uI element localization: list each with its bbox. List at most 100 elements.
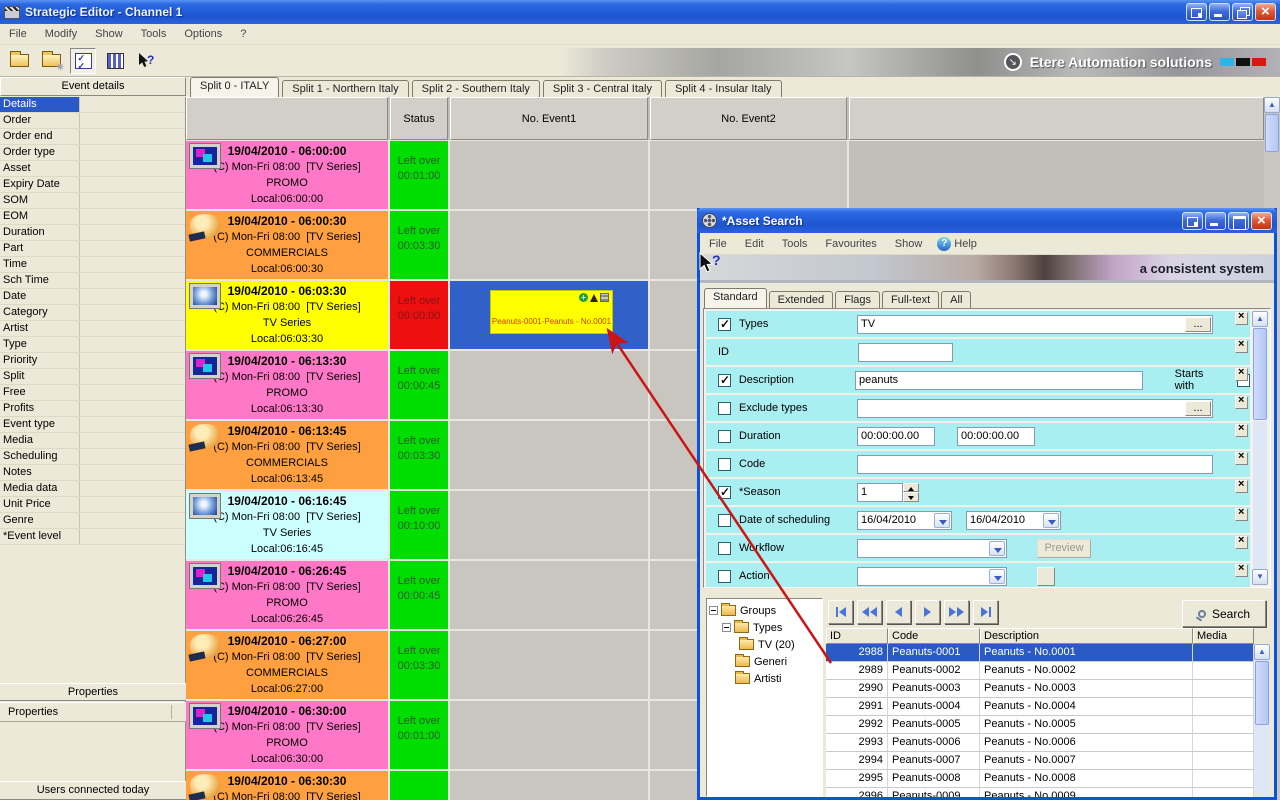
result-row[interactable]: 2993 Peanuts-0006 Peanuts - No.0006	[826, 734, 1254, 752]
detail-row[interactable]: Details	[0, 97, 185, 113]
detail-row[interactable]: Order end	[0, 129, 185, 145]
status-column-header[interactable]: Status	[390, 97, 448, 140]
detail-row[interactable]: SOM	[0, 193, 185, 209]
event1-cell[interactable]: +	[450, 561, 648, 629]
event-info-cell[interactable]: 19/04/2010 - 06:13:45 (C) Mon-Fri 08:00 …	[186, 421, 388, 489]
event1-cell[interactable]: + Peanuts-0001-Peanuts - No.0001	[450, 281, 648, 349]
form-scrollbar[interactable]: ▲ ▼	[1252, 311, 1268, 585]
search-tab[interactable]: All	[941, 291, 971, 308]
action-checkbox[interactable]	[718, 570, 731, 583]
workflow-checkbox[interactable]	[718, 542, 731, 555]
properties-panel-header[interactable]: Properties	[0, 683, 186, 701]
dropdown-arrow-icon[interactable]	[934, 513, 950, 528]
event1-cell[interactable]: +	[450, 211, 648, 279]
scroll-up-icon[interactable]: ▲	[1252, 311, 1268, 327]
code-input[interactable]	[857, 455, 1213, 474]
menu-item[interactable]: Modify	[36, 26, 86, 42]
import-button[interactable]: ✳	[38, 48, 64, 74]
menu-item[interactable]: Show	[86, 26, 132, 42]
scroll-thumb[interactable]	[1265, 114, 1279, 152]
code-column-header[interactable]: Code	[888, 628, 980, 644]
id-column-header[interactable]: ID	[826, 628, 888, 644]
detail-row[interactable]: Free	[0, 385, 185, 401]
event-info-cell[interactable]: 19/04/2010 - 06:00:00 (C) Mon-Fri 08:00 …	[186, 141, 388, 209]
event1-column-header[interactable]: No. Event1	[450, 97, 648, 140]
detail-row[interactable]: Category	[0, 305, 185, 321]
scroll-thumb[interactable]	[1255, 661, 1269, 725]
scheduled-asset-box[interactable]: + Peanuts-0001-Peanuts - No.0001	[490, 290, 613, 334]
event-info-cell[interactable]: 19/04/2010 - 06:30:30 (C) Mon-Fri 08:00 …	[186, 771, 388, 800]
tree-item[interactable]: Types	[722, 619, 820, 636]
dialog-titlebar[interactable]: *Asset Search	[697, 208, 1277, 233]
search-tab[interactable]: Full-text	[882, 291, 939, 308]
date-from-select[interactable]: 16/04/2010	[857, 511, 952, 530]
code-checkbox[interactable]	[718, 458, 731, 471]
dropdown-arrow-icon[interactable]	[989, 569, 1005, 584]
split-tab[interactable]: Split 1 - Northern Italy	[282, 80, 408, 97]
split-tab[interactable]: Split 2 - Southern Italy	[412, 80, 540, 97]
checklist-view-button[interactable]: ✓✓	[70, 48, 96, 74]
result-row[interactable]: 2990 Peanuts-0003 Peanuts - No.0003	[826, 680, 1254, 698]
detail-row[interactable]: EOM	[0, 209, 185, 225]
event1-cell[interactable]: +	[450, 491, 648, 559]
result-row[interactable]: 2996 Peanuts-0009 Peanuts - No.0009	[826, 788, 1254, 797]
detail-row[interactable]: Notes	[0, 465, 185, 481]
search-tab[interactable]: Standard	[704, 288, 767, 308]
detail-row[interactable]: *Event level	[0, 529, 185, 545]
date-checkbox[interactable]	[718, 514, 731, 527]
event2-cell[interactable]	[650, 141, 847, 209]
detail-row[interactable]: Profits	[0, 401, 185, 417]
detail-row[interactable]: Asset	[0, 161, 185, 177]
duration-from-input[interactable]: 00:00:00.00	[857, 427, 935, 446]
event-info-cell[interactable]: 19/04/2010 - 06:16:45 (C) Mon-Fri 08:00 …	[186, 491, 388, 559]
detail-row[interactable]: Part	[0, 241, 185, 257]
clear-code-button[interactable]	[1235, 452, 1248, 465]
description-checkbox[interactable]	[718, 374, 731, 387]
tree-item[interactable]: Groups	[709, 602, 820, 619]
action-extra-button[interactable]	[1037, 567, 1055, 586]
pin-window-button[interactable]	[1186, 3, 1207, 21]
dialog-menu-help[interactable]: Help	[954, 236, 986, 252]
detail-row[interactable]: Duration	[0, 225, 185, 241]
dropdown-arrow-icon[interactable]	[1043, 513, 1059, 528]
duration-checkbox[interactable]	[718, 430, 731, 443]
tree-item[interactable]: Generi	[735, 653, 820, 670]
clear-season-button[interactable]	[1235, 480, 1248, 493]
nav-next-button[interactable]	[915, 600, 940, 624]
workflow-select[interactable]	[857, 539, 1007, 558]
action-select[interactable]	[857, 567, 1007, 586]
season-checkbox[interactable]	[718, 486, 731, 499]
event-column-header[interactable]	[186, 97, 388, 140]
close-button[interactable]	[1255, 3, 1276, 21]
media-column-header[interactable]: Media	[1193, 628, 1254, 644]
event1-cell[interactable]: +	[450, 771, 648, 800]
dialog-menu-item[interactable]: Favourites	[816, 236, 885, 252]
clear-types-button[interactable]	[1235, 312, 1248, 325]
detail-row[interactable]: Expiry Date	[0, 177, 185, 193]
clear-exclude-button[interactable]	[1235, 396, 1248, 409]
dialog-minimize-button[interactable]	[1205, 212, 1226, 230]
event-info-cell[interactable]: 19/04/2010 - 06:13:30 (C) Mon-Fri 08:00 …	[186, 351, 388, 419]
season-input[interactable]: 1	[857, 483, 903, 502]
open-folder-button[interactable]	[6, 48, 32, 74]
clear-action-button[interactable]	[1235, 564, 1248, 577]
split-tab[interactable]: Split 4 - Insular Italy	[665, 80, 782, 97]
duration-to-input[interactable]: 00:00:00.00	[957, 427, 1035, 446]
season-stepper[interactable]	[903, 483, 919, 502]
detail-row[interactable]: Genre	[0, 513, 185, 529]
detail-row[interactable]: Media	[0, 433, 185, 449]
dropdown-arrow-icon[interactable]	[989, 541, 1005, 556]
detail-row[interactable]: Scheduling	[0, 449, 185, 465]
dialog-pin-button[interactable]	[1182, 212, 1203, 230]
menu-item[interactable]: ?	[231, 26, 255, 42]
exclude-browse-button[interactable]: ...	[1185, 401, 1211, 416]
detail-row[interactable]: Event type	[0, 417, 185, 433]
dialog-menu-item[interactable]: File	[700, 236, 736, 252]
result-row[interactable]: 2992 Peanuts-0005 Peanuts - No.0005	[826, 716, 1254, 734]
dialog-maximize-button[interactable]	[1228, 212, 1249, 230]
event-info-cell[interactable]: 19/04/2010 - 06:00:30 (C) Mon-Fri 08:00 …	[186, 211, 388, 279]
split-tab[interactable]: Split 3 - Central Italy	[543, 80, 662, 97]
result-row[interactable]: 2988 Peanuts-0001 Peanuts - No.0001	[826, 644, 1254, 662]
dialog-menu-item[interactable]: Show	[886, 236, 932, 252]
detail-row[interactable]: Artist	[0, 321, 185, 337]
